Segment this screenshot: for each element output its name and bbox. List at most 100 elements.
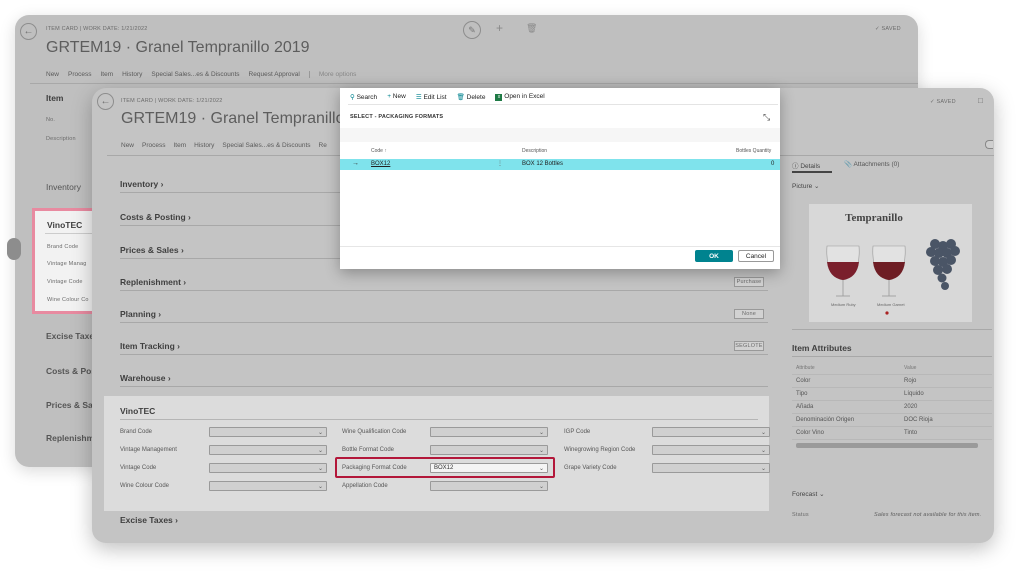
section-excise-taxes[interactable]: Excise Taxes ›	[120, 515, 178, 525]
chevron-down-icon: ⌄	[760, 448, 766, 454]
action-request-approval[interactable]: Request Approval	[249, 71, 300, 78]
delete-icon[interactable]: 🗑	[526, 23, 537, 34]
section-item-tracking[interactable]: Item Tracking ›	[120, 341, 180, 351]
replenishment-value: Purchase	[734, 277, 764, 287]
vintage-code-label-back: Vintage Code	[47, 279, 83, 285]
section-planning[interactable]: Planning ›	[120, 309, 161, 319]
new-action[interactable]: + New	[387, 93, 406, 101]
item-attributes-title: Item Attributes	[792, 343, 852, 353]
search-icon: ⚲	[350, 94, 355, 101]
section-prices-sales[interactable]: Prices & Sales ›	[120, 245, 184, 255]
cancel-button[interactable]: Cancel	[738, 250, 774, 262]
appellation-code-field[interactable]: ⌄	[430, 481, 548, 491]
dialog-toolbar: ⚲ Search + New ☰ Edit List 🗑 Delete x Op…	[350, 93, 545, 101]
vintage-code-label: Vintage Code	[120, 465, 157, 471]
chevron-down-icon: ⌄	[538, 430, 544, 436]
tab-attachments[interactable]: 📎 Attachments (0)	[844, 160, 899, 168]
attributes-header: Attribute Value	[792, 362, 992, 375]
section-prices[interactable]: Prices & Sal	[46, 400, 95, 410]
column-header-code[interactable]: Code ↑	[371, 148, 387, 154]
action-new[interactable]: New	[121, 142, 134, 149]
field-label-description: Description	[46, 136, 76, 142]
factbox-collapse-handle[interactable]	[985, 140, 993, 149]
open-new-window-icon[interactable]: □	[978, 96, 983, 105]
excel-icon: x	[495, 94, 503, 101]
igp-code-field[interactable]: ⌄	[652, 427, 770, 437]
column-header-bottles-quantity[interactable]: Bottles Quantity	[736, 148, 771, 154]
action-bar: New Process Item History Special Sales..…	[121, 142, 327, 149]
vintage-management-field[interactable]: ⌄	[209, 445, 327, 455]
chevron-down-icon: ⌄	[317, 466, 323, 472]
section-inventory[interactable]: Inventory	[46, 182, 81, 192]
action-process[interactable]: Process	[68, 71, 91, 78]
wine-colour-code-field[interactable]: ⌄	[209, 481, 327, 491]
table-row[interactable]: → BOX12 ⋮ BOX 12 Bottles 0	[340, 159, 780, 170]
factbox-pane: ⓘ Details 📎 Attachments (0) Picture ⌄ Te…	[792, 143, 994, 543]
action-item[interactable]: Item	[101, 71, 114, 78]
row-code[interactable]: BOX12	[371, 161, 390, 167]
page-title: GRTEM19 · Granel Tempranillo 2019	[46, 39, 310, 56]
action-request[interactable]: Re	[319, 142, 327, 149]
back-arrow-icon[interactable]: ←	[20, 23, 37, 40]
section-costs-posting[interactable]: Costs & Posting ›	[120, 212, 191, 222]
column-header-description[interactable]: Description	[522, 148, 547, 154]
section-item[interactable]: Item	[46, 93, 63, 103]
brand-code-field[interactable]: ⌄	[209, 427, 327, 437]
action-history[interactable]: History	[194, 142, 214, 149]
action-history[interactable]: History	[122, 71, 142, 78]
picture-header[interactable]: Picture ⌄	[792, 182, 820, 190]
row-arrow-icon: →	[352, 160, 359, 167]
open-in-excel-action[interactable]: x Open in Excel	[495, 93, 545, 101]
back-arrow-icon[interactable]: ←	[97, 93, 114, 110]
edit-icon[interactable]: ✎	[463, 21, 481, 39]
vinotec-title-back[interactable]: VinoTEC	[47, 220, 82, 230]
wine-colour-label-back: Wine Colour Co	[47, 297, 89, 303]
bottle-format-code-field[interactable]: ⌄	[430, 445, 548, 455]
row-more-icon[interactable]: ⋮	[497, 160, 503, 167]
planning-value: None	[734, 309, 764, 319]
add-icon[interactable]: +	[496, 21, 503, 35]
forecast-header[interactable]: Forecast ⌄	[792, 490, 825, 498]
picture-caption-1: Medium Ruby	[831, 302, 856, 307]
picture-title: Tempranillo	[845, 212, 903, 224]
expand-icon[interactable]: ⤡	[763, 112, 770, 123]
breadcrumb: ITEM CARD | WORK DATE: 1/21/2022	[46, 26, 148, 32]
action-special-sales[interactable]: Special Sales...es & Discounts	[151, 71, 239, 78]
wine-qualification-code-label: Wine Qualification Code	[342, 429, 407, 435]
ok-button[interactable]: OK	[695, 250, 733, 262]
wine-qualification-code-field[interactable]: ⌄	[430, 427, 548, 437]
vintage-code-field[interactable]: ⌄	[209, 463, 327, 473]
search-action[interactable]: ⚲ Search	[350, 93, 377, 101]
attribute-row: Añada 2020	[792, 401, 992, 414]
attribute-row: Denominación Origen DOC Rioja	[792, 414, 992, 427]
section-inventory[interactable]: Inventory ›	[120, 179, 163, 189]
chevron-down-icon: ⌄	[760, 466, 766, 472]
action-more-options[interactable]: More options	[308, 71, 356, 78]
field-label-no: No.	[46, 117, 56, 123]
action-special-sales[interactable]: Special Sales...es & Discounts	[222, 142, 310, 149]
section-replenishment[interactable]: Replenishm	[46, 433, 94, 443]
grape-variety-code-field[interactable]: ⌄	[652, 463, 770, 473]
saved-status: ✓ SAVED	[930, 99, 956, 105]
section-costs[interactable]: Costs & Pos	[46, 366, 96, 376]
vinotec-title[interactable]: VinoTEC	[120, 406, 155, 416]
row-description: BOX 12 Bottles	[522, 161, 564, 167]
edit-list-action[interactable]: ☰ Edit List	[416, 93, 447, 101]
status-label: Status	[792, 512, 809, 518]
section-warehouse[interactable]: Warehouse ›	[120, 373, 171, 383]
grape-variety-code-label: Grape Variety Code	[564, 465, 617, 471]
tab-details[interactable]: ⓘ Details	[792, 160, 820, 170]
action-process[interactable]: Process	[142, 142, 165, 149]
side-collapse-handle[interactable]	[7, 238, 21, 260]
section-excise[interactable]: Excise Taxes	[46, 331, 99, 341]
vintage-management-label: Vintage Management	[120, 447, 177, 453]
attributes-scrollbar[interactable]	[796, 443, 978, 448]
wine-glasses-grapes-image: Medium Ruby Medium Garnet	[826, 239, 960, 315]
delete-action[interactable]: 🗑 Delete	[457, 93, 486, 101]
action-item[interactable]: Item	[174, 142, 187, 149]
winegrowing-region-code-field[interactable]: ⌄	[652, 445, 770, 455]
action-new[interactable]: New	[46, 71, 59, 78]
brand-code-label-back: Brand Code	[47, 244, 79, 250]
section-replenishment[interactable]: Replenishment ›	[120, 277, 186, 287]
edit-list-icon: ☰	[415, 94, 422, 101]
